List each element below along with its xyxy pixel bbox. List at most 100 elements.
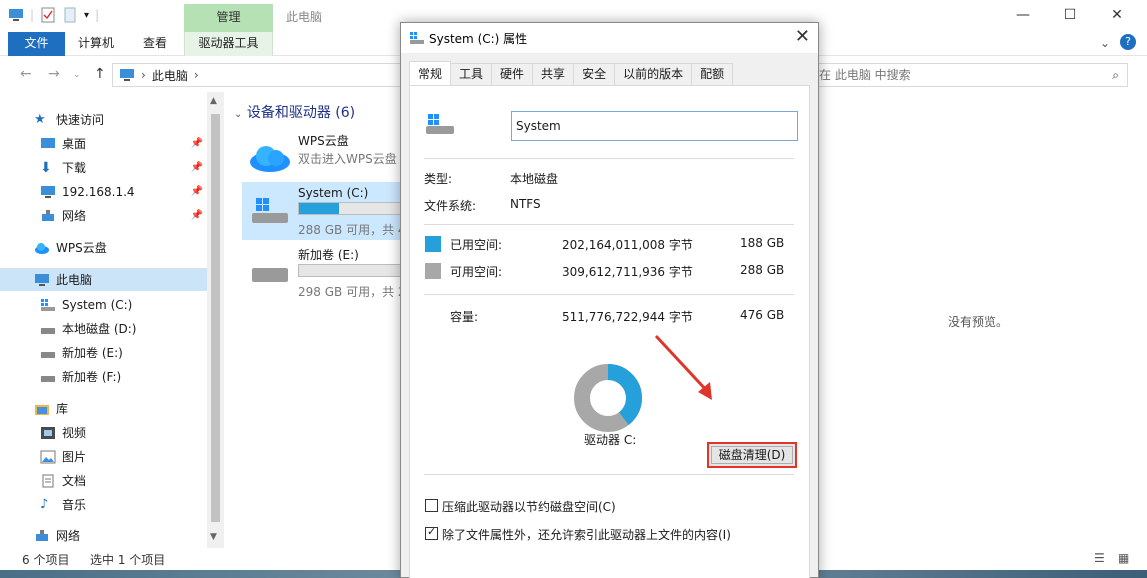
recent-dropdown-icon[interactable]: ⌄ xyxy=(73,70,81,80)
details-view-icon[interactable]: ☰ xyxy=(1094,551,1105,565)
pin-icon[interactable]: 📌 xyxy=(191,162,203,173)
window-title: 此电脑 xyxy=(286,10,323,24)
general-panel: System 类型: 本地磁盘 文件系统: NTFS 已用空间: 202,164… xyxy=(409,85,810,578)
nav-local-d[interactable]: 本地磁盘 (D:) xyxy=(0,317,207,340)
nav-vol-e[interactable]: 新加卷 (E:) xyxy=(0,341,207,364)
nav-ip[interactable]: 192.168.1.4 📌 xyxy=(0,180,207,203)
minimize-button[interactable]: — xyxy=(1000,0,1046,32)
search-input[interactable]: 在 此电脑 中搜索 ⌕ xyxy=(812,63,1128,87)
tiles-view-icon[interactable]: ▦ xyxy=(1118,551,1129,565)
properties-icon[interactable] xyxy=(40,7,56,23)
new-folder-icon[interactable] xyxy=(62,7,78,23)
compress-checkbox[interactable] xyxy=(425,499,438,512)
help-icon[interactable]: ? xyxy=(1120,34,1136,50)
pin-icon[interactable]: 📌 xyxy=(191,210,203,221)
system-drive-icon xyxy=(410,32,424,44)
group-header[interactable]: ⌄ 设备和驱动器 (6) xyxy=(234,102,355,122)
pin-icon[interactable]: 📌 xyxy=(191,186,203,197)
scroll-thumb[interactable] xyxy=(211,114,220,522)
usage-bar xyxy=(298,202,402,215)
qat-dropdown-icon[interactable]: ▾ xyxy=(84,10,89,21)
tab-quota[interactable]: 配额 xyxy=(691,63,734,85)
selection-count: 选中 1 个项目 xyxy=(90,553,166,567)
drive-icon xyxy=(41,327,55,334)
tab-view[interactable]: 查看 xyxy=(133,32,177,56)
usage-donut-chart xyxy=(574,364,642,432)
drive-icon xyxy=(252,268,288,282)
tile-wps-cloud[interactable]: WPS云盘 双击进入WPS云盘 xyxy=(242,130,412,188)
tab-security[interactable]: 安全 xyxy=(573,63,616,85)
pin-icon[interactable]: 📌 xyxy=(191,138,203,149)
tab-drive-tools[interactable]: 驱动器工具 xyxy=(184,32,273,56)
free-space-gb: 288 GB xyxy=(740,263,785,277)
computer-icon[interactable] xyxy=(8,7,24,23)
nav-vol-f[interactable]: 新加卷 (F:) xyxy=(0,365,207,388)
scroll-up-icon[interactable]: ▲ xyxy=(210,96,217,106)
separator xyxy=(424,224,794,225)
type-label: 类型: xyxy=(424,172,453,186)
tab-tools[interactable]: 工具 xyxy=(450,63,493,85)
usage-bar xyxy=(298,264,402,277)
close-button[interactable]: ✕ xyxy=(1094,0,1140,32)
used-space-label: 已用空间: xyxy=(450,238,503,252)
document-icon xyxy=(42,474,54,487)
nav-scrollbar[interactable]: ▲ ▼ xyxy=(207,92,224,548)
tab-file[interactable]: 文件 xyxy=(8,32,65,56)
nav-video[interactable]: 视频 xyxy=(0,421,207,444)
desktop-icon xyxy=(41,137,55,148)
properties-dialog: System (C:) 属性 ✕ 常规 工具 硬件 共享 安全 以前的版本 配额… xyxy=(400,22,819,578)
nav-network[interactable]: 网络 xyxy=(0,524,207,547)
nav-system-c[interactable]: System (C:) xyxy=(0,293,207,316)
dialog-close-button[interactable]: ✕ xyxy=(795,26,810,47)
nav-wps-cloud[interactable]: WPS云盘 xyxy=(0,236,207,259)
address-box[interactable]: › 此电脑 › xyxy=(112,63,402,87)
tab-general[interactable]: 常规 xyxy=(409,61,452,85)
tab-sharing[interactable]: 共享 xyxy=(532,63,575,85)
system-drive-icon xyxy=(252,198,288,223)
nav-desktop[interactable]: 桌面 📌 xyxy=(0,132,207,155)
back-arrow-icon[interactable]: ← xyxy=(20,66,32,82)
search-icon: ⌕ xyxy=(1112,68,1119,82)
ribbon-expand-icon[interactable]: ⌄ xyxy=(1100,36,1110,50)
maximize-button[interactable]: ☐ xyxy=(1047,0,1093,32)
nav-quick-access[interactable]: ★ 快速访问 xyxy=(0,108,207,131)
nav-this-pc[interactable]: 此电脑 xyxy=(0,268,207,291)
forward-arrow-icon[interactable]: → xyxy=(48,66,60,82)
compress-label: 压缩此驱动器以节约磁盘空间(C) xyxy=(442,500,616,514)
index-checkbox[interactable] xyxy=(425,525,438,540)
tile-system-c[interactable]: System (C:) 288 GB 可用，共 4 xyxy=(242,182,412,240)
dialog-tabs: 常规 工具 硬件 共享 安全 以前的版本 配额 xyxy=(409,61,734,85)
network-icon xyxy=(42,209,54,221)
nav-downloads[interactable]: ⬇ 下载 📌 xyxy=(0,156,207,179)
preview-message: 没有预览。 xyxy=(948,315,1009,329)
collapse-chevron-icon[interactable]: ⌄ xyxy=(234,109,242,120)
capacity-gb: 476 GB xyxy=(740,308,785,322)
disk-cleanup-button[interactable]: 磁盘清理(D) xyxy=(707,442,797,468)
nav-library[interactable]: 库 xyxy=(0,397,207,420)
drive-name-input[interactable]: System xyxy=(511,111,798,141)
context-tab-manage[interactable]: 管理 xyxy=(184,4,273,32)
tab-hardware[interactable]: 硬件 xyxy=(491,63,534,85)
download-icon: ⬇ xyxy=(40,159,52,176)
nav-documents[interactable]: 文档 xyxy=(0,469,207,492)
separator xyxy=(424,294,794,295)
tab-computer[interactable]: 计算机 xyxy=(68,32,124,56)
tile-vol-e[interactable]: 新加卷 (E:) 298 GB 可用，共 2 xyxy=(242,244,412,302)
tab-previous-versions[interactable]: 以前的版本 xyxy=(614,63,693,85)
cloud-icon xyxy=(35,242,49,254)
breadcrumb-this-pc[interactable]: 此电脑 xyxy=(152,67,188,84)
used-space-gb: 188 GB xyxy=(740,236,785,250)
nav-music[interactable]: ♪ 音乐 xyxy=(0,493,207,516)
up-arrow-icon[interactable]: ↑ xyxy=(94,66,106,82)
item-count: 6 个项目 xyxy=(22,553,70,567)
navigation-pane: ★ 快速访问 桌面 📌 ⬇ 下载 📌 192.168.1.4 📌 网络 📌 WP… xyxy=(0,92,224,548)
nav-network-pinned[interactable]: 网络 📌 xyxy=(0,204,207,227)
content-pane: ⌄ 设备和驱动器 (6) WPS云盘 双击进入WPS云盘 System (C:)… xyxy=(226,92,412,548)
annotation-arrow-icon xyxy=(654,334,712,400)
breadcrumb-sep-icon: › xyxy=(141,68,146,82)
nav-pictures[interactable]: 图片 xyxy=(0,445,207,468)
system-drive-icon xyxy=(426,114,454,134)
music-icon: ♪ xyxy=(40,496,49,512)
library-icon xyxy=(35,404,49,415)
scroll-down-icon[interactable]: ▼ xyxy=(210,532,217,542)
